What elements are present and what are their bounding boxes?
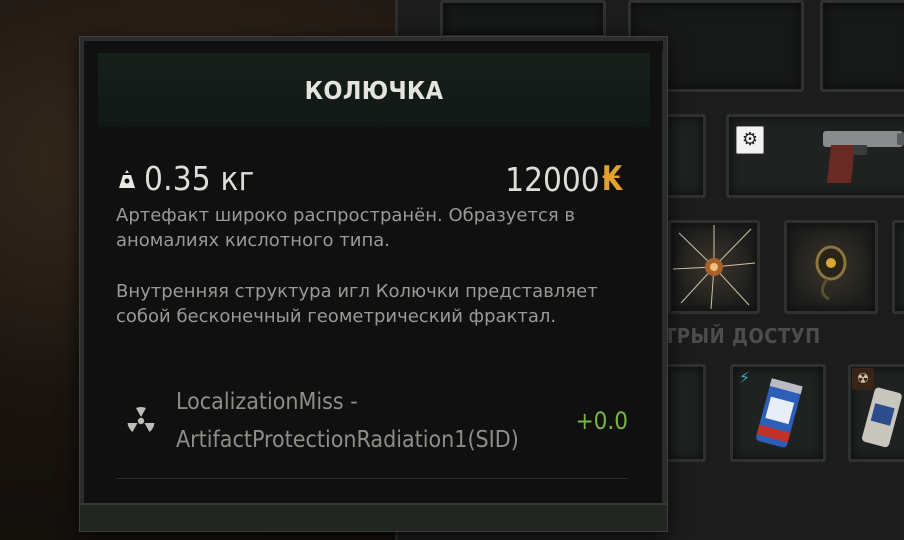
item-description: Артефакт широко распространён. Образуетс…	[116, 205, 576, 251]
radiation-icon	[127, 407, 155, 432]
currency-icon: ₭	[601, 159, 623, 199]
item-lore: Внутренняя структура игл Колючки предста…	[116, 281, 598, 327]
tooltip-frame	[650, 51, 664, 511]
inventory-slot[interactable]	[440, 0, 606, 38]
item-title: КОЛЮЧКА	[304, 75, 444, 105]
quick-slot[interactable]	[662, 364, 706, 462]
bolt-icon: ⚡	[739, 368, 751, 387]
inventory-slot[interactable]	[892, 220, 904, 314]
tooltip-header: КОЛЮЧКА	[98, 53, 650, 127]
artifact-slot[interactable]	[784, 220, 878, 314]
price-row: 12000 ₭	[505, 159, 623, 199]
tooltip-bottom-bar	[80, 503, 667, 531]
item-price: 12000	[505, 159, 600, 199]
stat-label: LocalizationMiss - ArtifactProtectionRad…	[176, 389, 519, 453]
weight-row: 0.35 кг	[116, 159, 254, 198]
stat-value: +0.0	[575, 407, 628, 435]
item-tooltip: КОЛЮЧКА 0.35 кг 12000 ₭ Артефакт широко …	[80, 37, 667, 531]
weight-icon	[119, 169, 135, 188]
stat-row: LocalizationMiss - ArtifactProtectionRad…	[116, 381, 628, 461]
quick-access-title: ТРЫЙ ДОСТУП	[664, 324, 821, 348]
artifact-item	[672, 225, 756, 310]
artifact-item	[815, 245, 847, 301]
gear-icon[interactable]: ⚙	[736, 126, 764, 154]
pistol-item	[823, 131, 904, 183]
divider	[116, 478, 628, 479]
item-weight: 0.35 кг	[144, 159, 255, 198]
artifact-slot[interactable]	[668, 220, 760, 314]
radiation-icon: ☢	[852, 368, 874, 390]
inventory-slot[interactable]	[820, 0, 904, 92]
